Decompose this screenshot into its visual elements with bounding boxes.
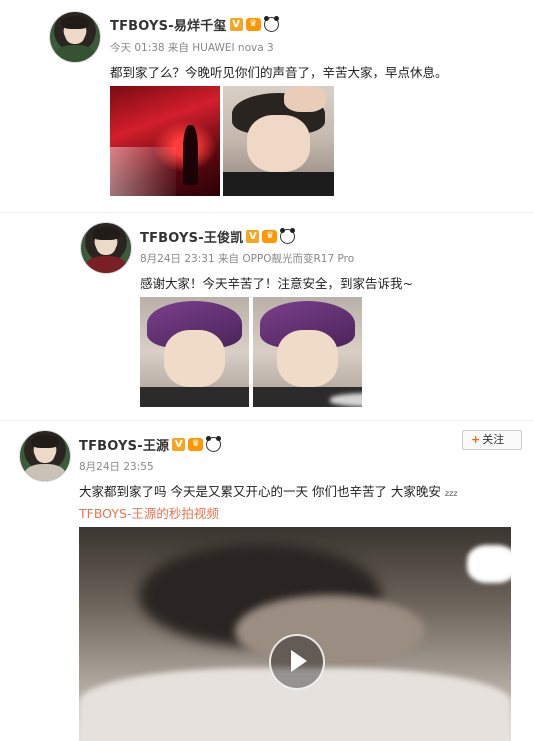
crown-icon: ♛ <box>245 18 261 31</box>
divider <box>0 212 534 213</box>
follow-label: 关注 <box>482 433 505 446</box>
post-meta: 8月24日 23:55 <box>79 461 154 473</box>
post-image[interactable] <box>110 86 220 196</box>
post-1-name-row: TFBOYS-易烊千玺 V ♛ <box>110 15 279 34</box>
panda-icon <box>280 228 296 244</box>
photo-face <box>247 114 310 172</box>
avatar-hair <box>92 227 120 240</box>
crown-icon: ♛ <box>262 230 278 243</box>
panda-icon <box>263 16 279 32</box>
photo-shirt <box>223 171 334 196</box>
avatar[interactable] <box>49 11 101 63</box>
post-image[interactable] <box>223 86 334 196</box>
verified-icon: V <box>246 230 260 243</box>
post-meta: 8月24日 23:31 来自 OPPO靓光而变R17 Pro <box>140 253 355 265</box>
photo-hand <box>284 86 327 113</box>
avatar[interactable] <box>19 430 71 482</box>
photo-face <box>163 330 225 388</box>
stage-figure <box>182 124 198 185</box>
avatar-hair <box>31 435 59 448</box>
redaction-blot <box>467 545 511 583</box>
crown-icon: ♛ <box>188 438 204 451</box>
redaction-blot <box>330 393 440 407</box>
video-face <box>234 595 425 669</box>
sleep-zzz: zzz <box>444 489 458 498</box>
username[interactable]: TFBOYS-王俊凯 <box>140 227 243 246</box>
post-text: 感谢大家！今天辛苦了！注意安全，到家告诉我~ <box>140 276 413 291</box>
verified-icon: V <box>229 18 243 31</box>
divider <box>0 420 534 421</box>
panda-icon <box>206 436 222 452</box>
video-link[interactable]: TFBOYS-王源的秒拍视频 <box>79 503 219 522</box>
play-icon[interactable] <box>269 633 325 690</box>
post-2-name-row: TFBOYS-王俊凯 V ♛ <box>140 227 296 246</box>
post-3-name-row: TFBOYS-王源 V ♛ <box>79 435 222 454</box>
post-image[interactable] <box>140 297 249 407</box>
avatar[interactable] <box>80 222 132 274</box>
video-player[interactable] <box>79 527 511 741</box>
post-image[interactable] <box>253 297 362 407</box>
username[interactable]: TFBOYS-易烊千玺 <box>110 15 227 34</box>
avatar-body <box>86 256 126 273</box>
verified-icon: V <box>172 438 186 451</box>
post-text: 大家都到家了吗 今天是又累又开心的一天 你们也辛苦了 大家晚安 zzz <box>79 481 458 500</box>
redaction-blot <box>360 178 510 194</box>
stage-haze <box>110 146 176 196</box>
post-text-body: 大家都到家了吗 今天是又累又开心的一天 你们也辛苦了 大家晚安 <box>79 484 441 499</box>
avatar-hair <box>61 16 89 29</box>
post-meta: 今天 01:38 来自 HUAWEI nova 3 <box>110 42 274 54</box>
post-text: 都到家了么？今晚听见你们的声音了，辛苦大家，早点休息。 <box>110 65 448 80</box>
username[interactable]: TFBOYS-王源 <box>79 435 169 454</box>
photo-face <box>276 330 338 388</box>
avatar-body <box>25 464 65 481</box>
plus-icon: + <box>471 433 481 446</box>
follow-button[interactable]: + 关注 <box>462 430 522 450</box>
avatar-body <box>55 45 95 62</box>
photo-shirt <box>140 387 249 407</box>
